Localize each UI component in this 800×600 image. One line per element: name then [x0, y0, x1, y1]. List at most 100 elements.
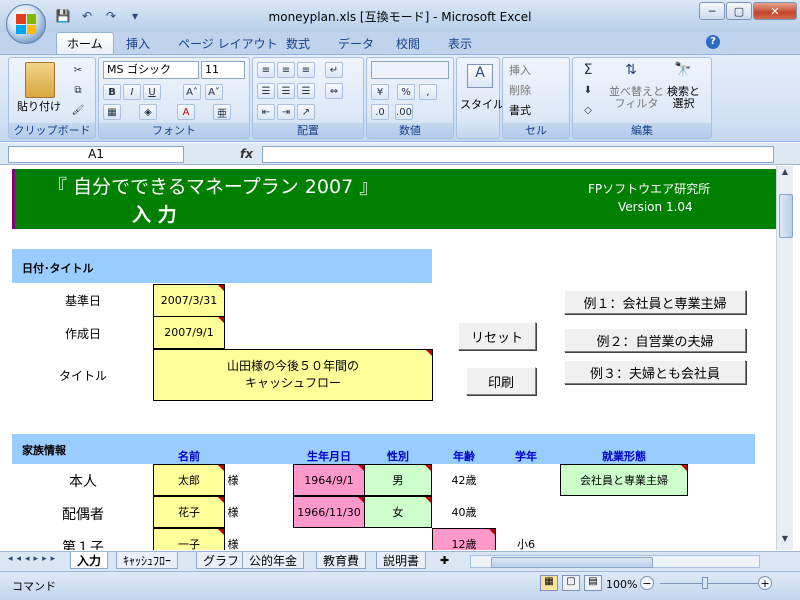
underline-icon[interactable]: U: [143, 84, 161, 100]
tab-data[interactable]: データ: [328, 32, 384, 54]
sex-cell[interactable]: 女: [364, 496, 432, 528]
help-icon[interactable]: ?: [706, 35, 720, 49]
number-format-select[interactable]: [371, 61, 449, 79]
sheet-tab-education[interactable]: 教育費: [316, 552, 367, 569]
align-bottom-icon[interactable]: ≡: [297, 62, 315, 78]
save-icon[interactable]: 💾: [54, 7, 72, 25]
customize-qat-icon[interactable]: ▾: [126, 7, 144, 25]
created-date-cell[interactable]: 2007/9/1: [153, 316, 225, 349]
decrease-indent-icon[interactable]: ⇤: [257, 104, 275, 120]
align-left-icon[interactable]: ☰: [257, 83, 275, 99]
scroll-thumb[interactable]: [779, 194, 793, 238]
sheet-tab-input[interactable]: 入力: [70, 552, 109, 569]
font-size-select[interactable]: 11: [201, 61, 245, 79]
tab-view[interactable]: 表示: [438, 32, 482, 54]
align-middle-icon[interactable]: ≡: [277, 62, 295, 78]
normal-view-icon[interactable]: ▦: [540, 575, 558, 591]
insert-cells-button[interactable]: 挿入: [509, 62, 531, 78]
sort-filter-button[interactable]: 並べ替えと フィルタ: [609, 86, 664, 110]
paste-icon[interactable]: [25, 62, 55, 98]
style-button[interactable]: スタイル: [460, 96, 504, 112]
base-date-cell[interactable]: 2007/3/31: [153, 284, 225, 317]
sort-filter-icon[interactable]: ⇅: [621, 62, 641, 82]
borders-icon[interactable]: ▦: [103, 104, 121, 120]
birth-cell[interactable]: 1966/11/30: [293, 496, 365, 528]
phonetic-icon[interactable]: 亜: [213, 104, 231, 120]
name-cell[interactable]: 花子: [153, 496, 225, 528]
bold-icon[interactable]: B: [103, 84, 121, 100]
scroll-down-icon[interactable]: ▼: [778, 534, 792, 548]
job-cell[interactable]: 会社員と専業主婦: [560, 464, 688, 496]
name-box[interactable]: A1: [8, 146, 184, 163]
sheet-nav-arrows-icon[interactable]: ◂◂◂▸▸▸: [8, 554, 68, 564]
italic-icon[interactable]: I: [123, 84, 141, 100]
percent-icon[interactable]: %: [397, 84, 415, 100]
insert-function-icon[interactable]: fx: [240, 147, 253, 161]
maximize-button[interactable]: ▢: [726, 2, 752, 20]
decrease-decimal-icon[interactable]: .00: [395, 104, 413, 120]
wrap-text-icon[interactable]: ↵: [325, 62, 343, 78]
title-cell[interactable]: 山田様の今後５０年間の キャッシュフロー: [153, 349, 433, 401]
insert-sheet-icon[interactable]: ✚: [440, 554, 454, 568]
zoom-slider-thumb[interactable]: [702, 577, 708, 589]
orientation-icon[interactable]: ↗: [297, 104, 315, 120]
align-right-icon[interactable]: ☰: [297, 83, 315, 99]
font-name-select[interactable]: MS ゴシック: [103, 61, 199, 79]
comma-icon[interactable]: ,: [419, 84, 437, 100]
tab-page-layout[interactable]: ページ レイアウト: [168, 32, 288, 54]
sex-cell[interactable]: 男: [364, 464, 432, 496]
tab-review[interactable]: 校閲: [386, 32, 430, 54]
zoom-in-icon[interactable]: +: [758, 576, 772, 590]
paste-button[interactable]: 貼り付け: [17, 98, 61, 114]
format-cells-button[interactable]: 書式: [509, 102, 531, 118]
example3-button[interactable]: 例３：夫婦とも会社員: [564, 360, 746, 384]
grow-font-icon[interactable]: A˄: [183, 84, 201, 100]
sheet-tab-manual[interactable]: 説明書: [376, 552, 427, 569]
office-button[interactable]: [6, 4, 46, 44]
worksheet[interactable]: 『 自分でできるマネープラン 2007 』 入 力 FPソフトウエア研究所 Ve…: [8, 166, 776, 550]
format-painter-icon[interactable]: 🖌: [69, 102, 87, 118]
name-cell[interactable]: 一子: [153, 528, 225, 550]
increase-indent-icon[interactable]: ⇥: [277, 104, 295, 120]
sheet-tab-graph[interactable]: グラフ: [196, 552, 247, 569]
close-button[interactable]: ✕: [753, 2, 797, 20]
zoom-out-icon[interactable]: −: [640, 576, 654, 590]
align-center-icon[interactable]: ☰: [277, 83, 295, 99]
reset-button[interactable]: リセット: [458, 322, 536, 350]
formula-input[interactable]: [262, 146, 774, 163]
shrink-font-icon[interactable]: A˅: [205, 84, 223, 100]
fill-color-icon[interactable]: ◈: [139, 104, 157, 120]
find-select-icon[interactable]: 🔭: [673, 62, 693, 82]
redo-icon[interactable]: ↷: [102, 7, 120, 25]
tab-home[interactable]: ホーム: [56, 32, 114, 54]
minimize-button[interactable]: ─: [699, 2, 725, 20]
style-icon[interactable]: A: [467, 64, 493, 88]
tab-insert[interactable]: 挿入: [116, 32, 160, 54]
tab-formulas[interactable]: 数式: [276, 32, 320, 54]
cut-icon[interactable]: ✂: [69, 62, 87, 78]
name-cell[interactable]: 太郎: [153, 464, 225, 496]
increase-decimal-icon[interactable]: .0: [371, 104, 389, 120]
scroll-up-icon[interactable]: ▲: [778, 167, 792, 181]
delete-cells-button[interactable]: 削除: [509, 82, 531, 98]
example1-button[interactable]: 例１：会社員と専業主婦: [564, 290, 746, 314]
font-color-icon[interactable]: A: [177, 104, 195, 120]
undo-icon[interactable]: ↶: [78, 7, 96, 25]
page-break-view-icon[interactable]: ▤: [584, 575, 602, 591]
merge-center-icon[interactable]: ⇔: [325, 83, 343, 99]
sheet-tab-pension[interactable]: 公的年金: [242, 552, 305, 569]
sheet-tab-cashflow[interactable]: ｷｬｯｼｭﾌﾛｰ: [116, 552, 179, 569]
autosum-icon[interactable]: Σ: [579, 62, 597, 78]
align-top-icon[interactable]: ≡: [257, 62, 275, 78]
clear-icon[interactable]: ◇: [579, 102, 597, 118]
hscroll-thumb[interactable]: [491, 557, 653, 568]
horizontal-scrollbar[interactable]: [470, 555, 760, 568]
zoom-slider[interactable]: [660, 583, 758, 584]
birth-cell[interactable]: 1964/9/1: [293, 464, 365, 496]
page-layout-view-icon[interactable]: ▢: [562, 575, 580, 591]
fill-icon[interactable]: ⬇: [579, 82, 597, 98]
copy-icon[interactable]: ⧉: [69, 82, 87, 98]
find-select-button[interactable]: 検索と 選択: [667, 86, 700, 110]
print-button[interactable]: 印刷: [466, 367, 536, 395]
currency-icon[interactable]: ¥: [371, 84, 389, 100]
